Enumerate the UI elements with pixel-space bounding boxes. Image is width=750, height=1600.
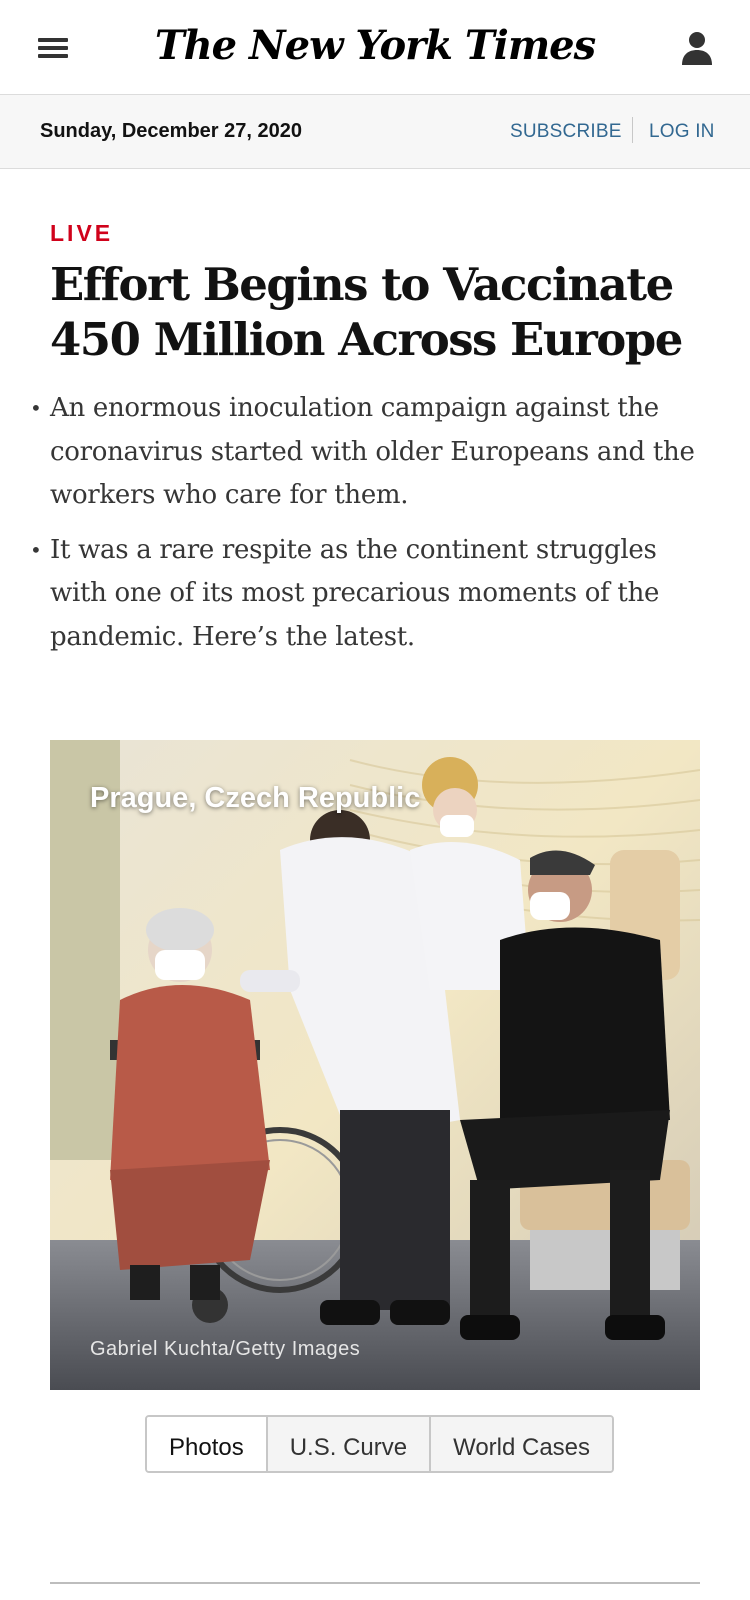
tab-us-curve[interactable]: U.S. Curve [265, 1417, 430, 1471]
photo-credit: Gabriel Kuchta/Getty Images [90, 1338, 361, 1360]
section-divider [50, 1582, 700, 1584]
date-bar: Sunday, December 27, 2020 SUBSCRIBE LOG … [0, 95, 750, 169]
tab-photos[interactable]: Photos [147, 1417, 266, 1471]
article-headline[interactable]: Effort Begins to Vaccinate 450 Million A… [50, 257, 710, 367]
media-tabs: Photos U.S. Curve World Cases [145, 1415, 615, 1473]
summary-text: It was a rare respite as the continent s… [50, 534, 660, 652]
summary-item: • It was a rare respite as the continent… [30, 529, 710, 660]
tab-world-cases[interactable]: World Cases [429, 1417, 613, 1471]
photo-location: Prague, Czech Republic [90, 782, 421, 814]
masthead: The New York Times [0, 0, 750, 95]
bullet-icon: • [30, 537, 42, 562]
vaccination-scene-image [50, 740, 700, 1390]
subscribe-link[interactable]: SUBSCRIBE [510, 121, 622, 143]
live-label: LIVE [50, 220, 114, 246]
bullet-icon: • [30, 396, 42, 420]
login-link[interactable]: LOG IN [649, 121, 715, 143]
divider [632, 117, 633, 143]
nyt-logo[interactable]: The New York Times [0, 22, 750, 69]
lead-photo[interactable]: Prague, Czech Republic Gabriel Kuchta/Ge… [50, 740, 700, 1390]
summary-text: An enormous inoculation campaign against… [50, 393, 695, 510]
summary-item: • An enormous inoculation campaign again… [30, 387, 710, 518]
summary-list: • An enormous inoculation campaign again… [30, 387, 710, 670]
user-icon[interactable] [680, 30, 714, 66]
current-date: Sunday, December 27, 2020 [40, 120, 302, 142]
